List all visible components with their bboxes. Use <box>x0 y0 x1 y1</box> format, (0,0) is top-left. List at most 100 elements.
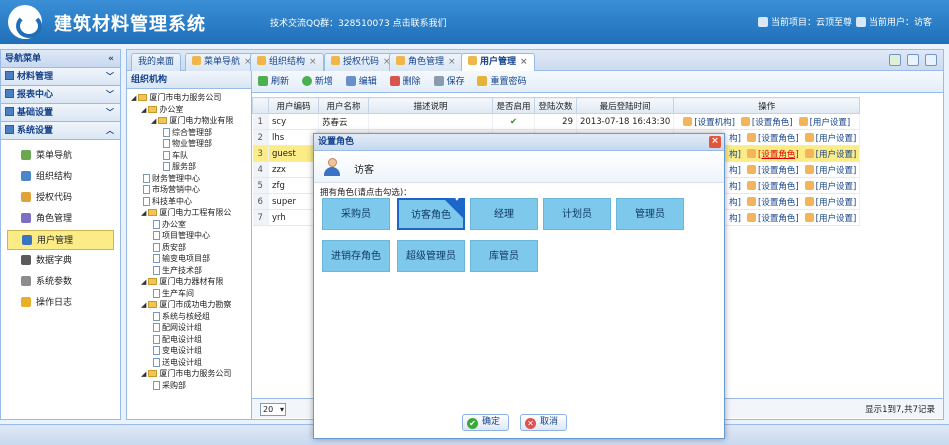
save-button[interactable]: 保存 <box>433 71 465 93</box>
role-option[interactable]: 经理 <box>470 198 538 230</box>
tree-node[interactable]: 财务管理中心 <box>141 173 200 184</box>
sidebar-item-dictionary[interactable]: 数据字典 <box>7 251 114 271</box>
tree-node[interactable]: 送电设计组 <box>151 357 202 368</box>
tree-node[interactable]: ◢ 办公室 <box>141 104 183 115</box>
set-org-link[interactable]: 构] <box>729 134 741 144</box>
tab-users[interactable]: 用户管理 × <box>461 53 535 72</box>
user-settings-link[interactable]: [用户设置] <box>816 134 857 144</box>
role-option[interactable]: 访客角色 ✔ <box>397 194 465 230</box>
add-button[interactable]: 新增 <box>301 71 333 93</box>
tree-node[interactable]: 配电设计组 <box>151 334 202 345</box>
tree-node[interactable]: 变电设计组 <box>151 345 202 356</box>
role-option[interactable]: 管理员 <box>616 198 684 230</box>
user-settings-link[interactable]: [用户设置] <box>810 118 851 128</box>
tree-node[interactable]: 办公室 <box>151 219 186 230</box>
close-icon[interactable]: × <box>309 57 317 67</box>
tab-auth-code[interactable]: 授权代码 × <box>324 53 398 71</box>
tree-node[interactable]: 生产车间 <box>151 288 194 299</box>
set-org-link[interactable]: 构] <box>729 182 741 192</box>
tree-node[interactable]: 质安部 <box>151 242 186 253</box>
sidebar-group-material[interactable]: 材料管理 ﹀ <box>1 68 120 86</box>
user-settings-link[interactable]: [用户设置] <box>816 182 857 192</box>
sidebar-item-roles[interactable]: 角色管理 <box>7 209 114 229</box>
role-option[interactable]: 超级管理员 <box>397 240 465 272</box>
user-settings-link[interactable]: [用户设置] <box>816 150 857 160</box>
column-header[interactable]: 描述说明 <box>368 97 493 114</box>
tree-node[interactable]: 采购部 <box>151 380 186 391</box>
tab-roles[interactable]: 角色管理 × <box>389 53 463 71</box>
collapse-sidebar-icon[interactable]: « <box>108 50 114 68</box>
set-org-link[interactable]: 构] <box>729 166 741 176</box>
expand-toggle-icon[interactable]: ◢ <box>131 94 136 102</box>
delete-button[interactable]: 删除 <box>389 71 421 93</box>
sidebar-item-params[interactable]: 系统参数 <box>7 272 114 292</box>
column-header[interactable]: 登陆次数 <box>534 97 577 114</box>
expand-toggle-icon[interactable]: ◢ <box>141 209 146 217</box>
expand-toggle-icon[interactable]: ◢ <box>141 301 146 309</box>
tree-node[interactable]: 配网设计组 <box>151 322 202 333</box>
tree-node[interactable]: 生产技术部 <box>151 265 202 276</box>
page-size-select[interactable]: 20 <box>260 403 286 416</box>
tab-org[interactable]: 组织结构 × <box>250 53 324 71</box>
tree-node[interactable]: 综合管理部 <box>161 127 212 138</box>
tree-node[interactable]: ◢ 厦门电力物业有限 <box>151 115 233 126</box>
tree-node[interactable]: 市场营销中心 <box>141 184 200 195</box>
expand-toggle-icon[interactable]: ◢ <box>141 370 146 378</box>
tab-menu-nav[interactable]: 菜单导航 × <box>185 53 259 71</box>
set-role-link[interactable]: [设置角色] <box>752 118 793 128</box>
set-org-link[interactable]: [设置机构] <box>694 118 735 128</box>
cancel-button[interactable]: ✕ 取消 <box>520 414 568 431</box>
user-settings-link[interactable]: [用户设置] <box>816 214 857 224</box>
role-option[interactable]: 计划员 <box>543 198 611 230</box>
set-org-link[interactable]: 构] <box>729 214 741 224</box>
refresh-button[interactable]: 刷新 <box>258 71 289 93</box>
set-role-link[interactable]: [设置角色] <box>758 214 799 224</box>
reset-password-button[interactable]: 重置密码 <box>477 71 526 93</box>
close-icon[interactable]: × <box>448 57 456 67</box>
contact-info-link[interactable]: 技术交流QQ群：328510073 点击联系我们 <box>270 16 447 29</box>
close-icon[interactable]: × <box>709 136 721 148</box>
role-option[interactable]: 库管员 <box>470 240 538 272</box>
tree-node[interactable]: ◢ 厦门电力工程有限公 <box>141 207 231 218</box>
column-header[interactable]: 最后登陆时间 <box>575 97 675 114</box>
set-org-link[interactable]: 构] <box>729 150 741 160</box>
tab-desktop[interactable]: 我的桌面 <box>131 53 182 71</box>
sidebar-item-users[interactable]: 用户管理 <box>7 230 114 250</box>
user-settings-link[interactable]: [用户设置] <box>816 198 857 208</box>
close-all-icon[interactable] <box>925 54 937 66</box>
sidebar-group-basic[interactable]: 基础设置 ﹀ <box>1 104 120 122</box>
tree-node[interactable]: ◢ 厦门电力器材有限 <box>141 276 223 287</box>
role-option[interactable]: 进销存角色 <box>322 240 390 272</box>
set-role-link[interactable]: [设置角色] <box>758 150 799 160</box>
set-role-link[interactable]: [设置角色] <box>758 182 799 192</box>
sidebar-item-logs[interactable]: 操作日志 <box>7 293 114 313</box>
tree-node[interactable]: 输变电项目部 <box>151 253 210 264</box>
tree-node[interactable]: ◢ 厦门市成功电力勘察 <box>141 299 231 310</box>
tree-node[interactable]: 系统与核经组 <box>151 311 210 322</box>
close-icon[interactable]: × <box>520 57 528 67</box>
current-user[interactable]: 当前用户：访客 <box>856 15 932 28</box>
tree-node[interactable]: 物业管理部 <box>161 138 212 149</box>
tree-node[interactable]: 车队 <box>161 150 188 161</box>
tree-node[interactable]: ◢ 厦门市电力服务公司 <box>141 368 231 379</box>
maximize-icon[interactable] <box>907 54 919 66</box>
tree-node[interactable]: 项目管理中心 <box>151 230 210 241</box>
sidebar-item-menu-nav[interactable]: 菜单导航 <box>7 146 114 166</box>
set-org-link[interactable]: 构] <box>729 198 741 208</box>
ok-button[interactable]: ✔ 确定 <box>462 414 510 431</box>
expand-toggle-icon[interactable]: ◢ <box>151 117 156 125</box>
user-settings-link[interactable]: [用户设置] <box>816 166 857 176</box>
role-option[interactable]: 采购员 <box>322 198 390 230</box>
sidebar-item-org[interactable]: 组织结构 <box>7 167 114 187</box>
expand-toggle-icon[interactable]: ◢ <box>141 106 146 114</box>
sidebar-item-auth-code[interactable]: 授权代码 <box>7 188 114 208</box>
set-role-link[interactable]: [设置角色] <box>758 134 799 144</box>
refresh-tab-icon[interactable] <box>889 54 901 66</box>
column-header[interactable]: 用户名称 <box>318 97 369 114</box>
tree-node[interactable]: 科技革中心 <box>141 196 192 207</box>
edit-button[interactable]: 编辑 <box>345 71 377 93</box>
tree-node[interactable]: ◢ 厦门市电力服务公司 <box>131 92 221 103</box>
current-project[interactable]: 当前项目：云顶至尊 <box>758 15 852 28</box>
sidebar-group-system[interactable]: 系统设置 ︿ <box>1 122 120 140</box>
column-header[interactable]: 是否启用 <box>492 97 535 114</box>
